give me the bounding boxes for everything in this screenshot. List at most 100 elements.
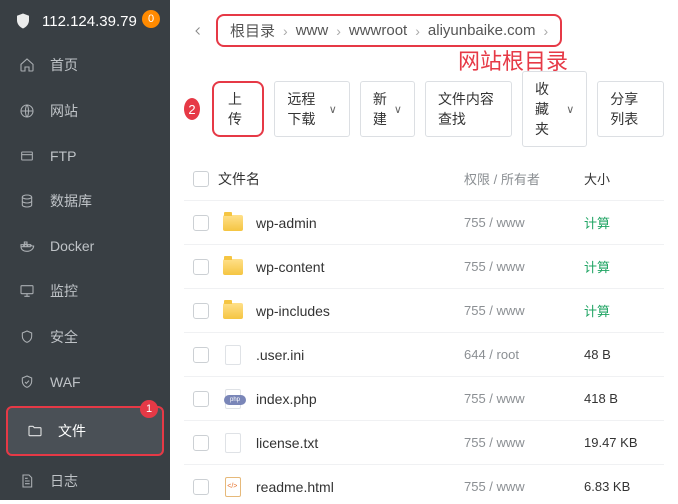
file-size[interactable]: 计算: [584, 257, 664, 276]
button-label: 收藏夹: [535, 79, 562, 139]
row-checkbox[interactable]: [184, 303, 218, 319]
sidebar-item-label: 首页: [50, 55, 78, 75]
table-row[interactable]: license.txt 755 / www19.47 KB: [184, 421, 664, 465]
table-row[interactable]: readme.html 755 / www6.83 KB: [184, 465, 664, 500]
breadcrumb-seg-root[interactable]: 根目录: [226, 20, 279, 41]
button-label: 新建: [373, 89, 390, 129]
sidebar-item-security[interactable]: 安全: [0, 314, 170, 360]
file-name: wp-content: [256, 259, 324, 275]
waf-icon: [18, 373, 36, 391]
file-size: 48 B: [584, 347, 664, 362]
ftp-icon: [18, 147, 36, 165]
sidebar-item-label: 监控: [50, 281, 78, 301]
upload-button[interactable]: 上传: [212, 81, 264, 137]
file-size: 418 B: [584, 391, 664, 406]
breadcrumb-seg-domain[interactable]: aliyunbaike.com: [424, 22, 540, 39]
docker-icon: [18, 237, 36, 255]
file-name: wp-admin: [256, 215, 317, 231]
file-name: index.php: [256, 391, 317, 407]
sidebar-item-docker[interactable]: Docker: [0, 224, 170, 268]
sidebar-item-home[interactable]: 首页: [0, 42, 170, 88]
file-size: 6.83 KB: [584, 479, 664, 494]
file-perm: 755 / www: [464, 259, 584, 274]
row-checkbox[interactable]: [184, 259, 218, 275]
new-button[interactable]: 新建 ∨: [360, 81, 415, 137]
sidebar-item-waf[interactable]: WAF: [0, 360, 170, 404]
chevron-down-icon: ∨: [329, 103, 337, 116]
file-name-cell[interactable]: readme.html: [218, 476, 464, 498]
file-name-cell[interactable]: wp-includes: [218, 300, 464, 322]
chevron-right-icon: ›: [332, 23, 345, 39]
row-checkbox[interactable]: [184, 215, 218, 231]
button-label: 远程下载: [287, 89, 324, 129]
row-checkbox[interactable]: [184, 347, 218, 363]
html-file-icon: [225, 477, 241, 497]
sidebar-items: 首页 网站 FTP 数据库 Docker 监控: [0, 42, 170, 504]
sidebar-item-monitor[interactable]: 监控: [0, 268, 170, 314]
folder-icon: [26, 422, 44, 440]
row-checkbox[interactable]: [184, 435, 218, 451]
sidebar-item-label: Docker: [50, 238, 94, 254]
share-list-button[interactable]: 分享列表: [597, 81, 664, 137]
row-checkbox[interactable]: [184, 391, 218, 407]
favorites-button[interactable]: 收藏夹 ∨: [522, 71, 587, 147]
file-size: 19.47 KB: [584, 435, 664, 450]
table-row[interactable]: wp-includes755 / www计算: [184, 289, 664, 333]
breadcrumb-back[interactable]: [184, 17, 212, 45]
sidebar-item-website[interactable]: 网站: [0, 88, 170, 134]
folder-icon: [223, 259, 243, 275]
content-search-button[interactable]: 文件内容查找: [425, 81, 512, 137]
file-name: .user.ini: [256, 347, 304, 363]
col-perm[interactable]: 权限 / 所有者: [464, 169, 584, 188]
chevron-down-icon: ∨: [394, 103, 402, 116]
file-name-cell[interactable]: php index.php: [218, 388, 464, 410]
sidebar-item-logs[interactable]: 日志: [0, 458, 170, 504]
notification-badge[interactable]: 0: [142, 10, 160, 28]
table-row[interactable]: phpindex.php755 / www418 B: [184, 377, 664, 421]
file-name: readme.html: [256, 479, 334, 495]
table-row[interactable]: .user.ini644 / root48 B: [184, 333, 664, 377]
breadcrumb-row: 根目录 › www › wwwroot › aliyunbaike.com › …: [170, 0, 678, 51]
security-shield-icon: [18, 328, 36, 346]
file-size[interactable]: 计算: [584, 301, 664, 320]
breadcrumb-seg-wwwroot[interactable]: wwwroot: [345, 22, 411, 39]
file-name: license.txt: [256, 435, 318, 451]
row-checkbox[interactable]: [184, 479, 218, 495]
file-name-cell[interactable]: wp-content: [218, 256, 464, 278]
shield-icon: [14, 12, 32, 30]
col-size[interactable]: 大小: [584, 169, 664, 188]
annotation-site-root: 网站根目录: [458, 44, 568, 76]
sidebar-item-database[interactable]: 数据库: [0, 178, 170, 224]
file-perm: 755 / www: [464, 215, 584, 230]
sidebar-item-files[interactable]: 文件 1: [6, 406, 164, 456]
php-file-icon: php: [225, 389, 241, 409]
table-row[interactable]: wp-content 755 / www计算: [184, 245, 664, 289]
sidebar-item-ftp[interactable]: FTP: [0, 134, 170, 178]
globe-icon: [18, 102, 36, 120]
select-all-checkbox[interactable]: [184, 171, 218, 187]
file-name-cell[interactable]: wp-admin: [218, 212, 464, 234]
log-icon: [18, 472, 36, 490]
breadcrumb-seg-www[interactable]: www: [292, 22, 333, 39]
database-icon: [18, 192, 36, 210]
file-name-cell[interactable]: .user.ini: [218, 344, 464, 366]
sidebar-item-label: 网站: [50, 101, 78, 121]
monitor-icon: [18, 282, 36, 300]
folder-icon: [223, 215, 243, 231]
chevron-right-icon: ›: [279, 23, 292, 39]
file-perm: 755 / www: [464, 435, 584, 450]
file-name-cell[interactable]: license.txt: [218, 432, 464, 454]
col-name[interactable]: 文件名: [218, 169, 464, 189]
remote-download-button[interactable]: 远程下载 ∨: [274, 81, 349, 137]
folder-icon: [223, 303, 243, 319]
sidebar: 112.124.39.79 0 首页 网站 FTP 数据库 Docker: [0, 0, 170, 500]
file-size[interactable]: 计算: [584, 213, 664, 232]
file-perm: 755 / www: [464, 479, 584, 494]
file-table: 文件名 权限 / 所有者 大小 wp-admin755 / www计算wp-co…: [170, 157, 678, 500]
sidebar-item-label: 数据库: [50, 191, 92, 211]
callout-badge-1: 1: [140, 400, 158, 418]
callout-badge-2: 2: [184, 98, 200, 120]
table-row[interactable]: wp-admin 755 / www计算: [184, 201, 664, 245]
chevron-down-icon: ∨: [566, 103, 574, 116]
toolbar: 2 上传 远程下载 ∨ 新建 ∨ 文件内容查找 收藏夹 ∨ 分享列表: [170, 51, 678, 157]
